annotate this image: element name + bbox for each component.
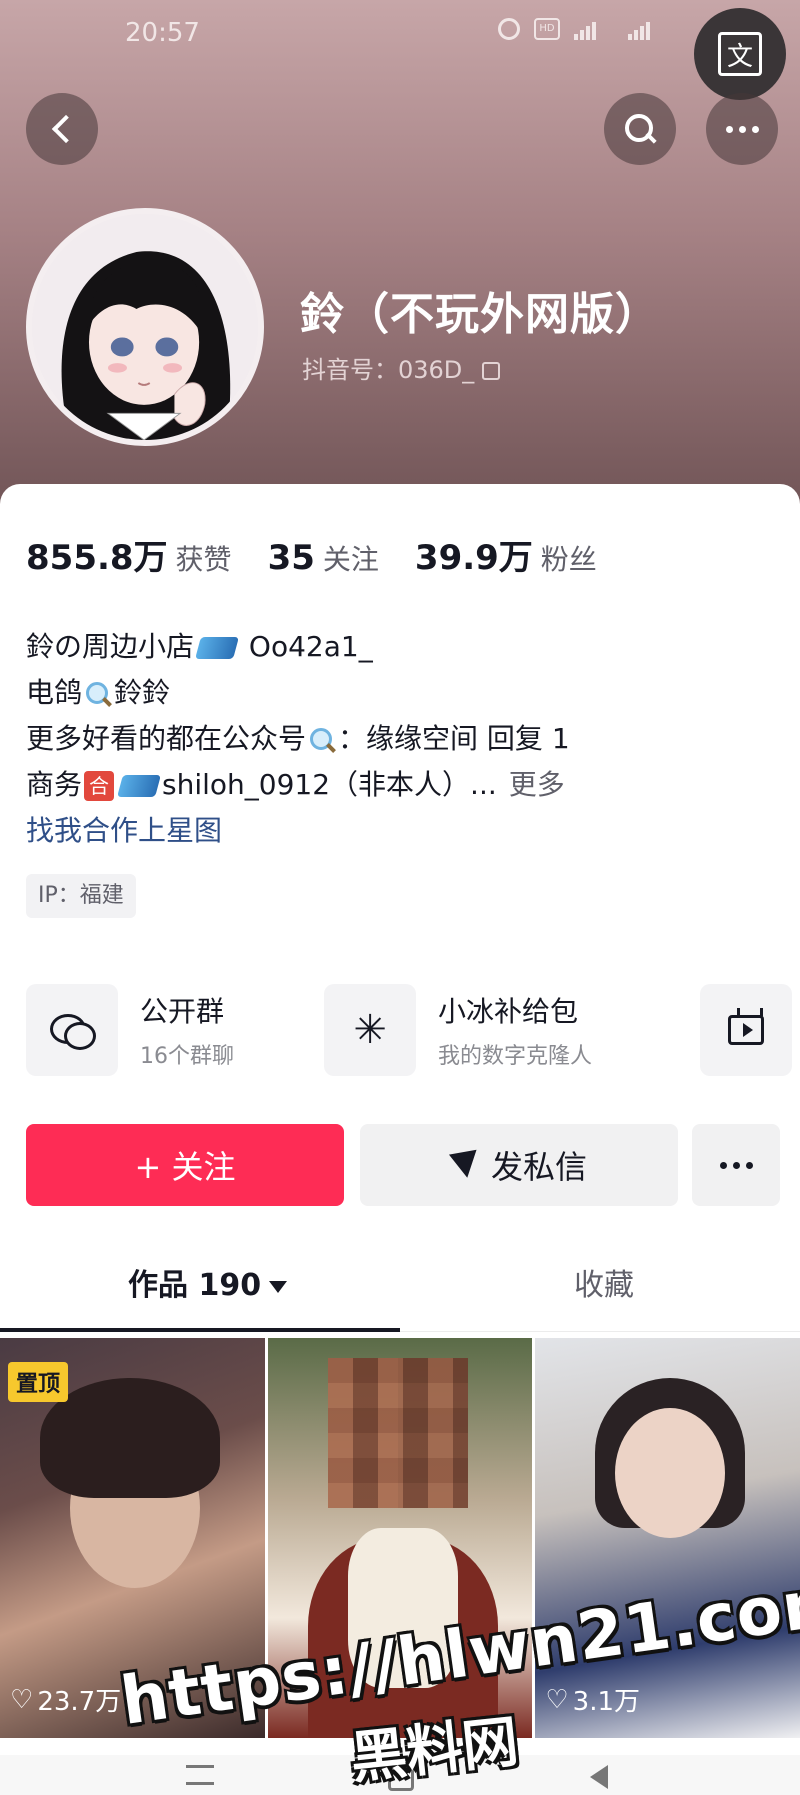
feature-icon-box xyxy=(26,984,118,1076)
feature-tv[interactable] xyxy=(700,984,792,1076)
feature-public-group[interactable]: 公开群 16个群聊 xyxy=(26,984,234,1076)
stat-followers[interactable]: 39.9万 粉丝 xyxy=(415,530,597,579)
more-icon xyxy=(725,125,759,133)
chevron-left-icon xyxy=(51,114,81,144)
like-count: ♡ 23.7万 xyxy=(10,1681,121,1718)
avatar[interactable] xyxy=(26,208,264,446)
stat-value: 39.9万 xyxy=(414,538,533,578)
bio-text: 鈴の周边小店 xyxy=(26,630,195,663)
stat-value: 855.8万 xyxy=(26,538,168,578)
tab-works[interactable]: 作品 190 xyxy=(128,1260,288,1304)
bio-text: 商务 xyxy=(26,768,83,801)
search-button[interactable] xyxy=(604,93,676,165)
bio-text: 电鸽 xyxy=(26,676,83,709)
copy-icon[interactable] xyxy=(482,362,501,380)
magnifier-emoji-icon xyxy=(84,680,112,708)
profile-name: 鈴（不玩外网版） xyxy=(300,289,660,340)
video-thumbnail[interactable]: ♡ 3.1万 xyxy=(535,1338,800,1738)
caret-down-icon xyxy=(269,1280,288,1293)
more-options-button[interactable] xyxy=(706,93,778,165)
bio-text: ：缘缘空间 回复 1 xyxy=(338,722,570,755)
feature-text: 小冰补给包 我的数字克隆人 xyxy=(438,990,592,1070)
feature-subtitle: 我的数字克隆人 xyxy=(438,1044,593,1069)
more-actions-button[interactable] xyxy=(692,1124,780,1206)
heart-icon: ♡ xyxy=(545,1684,569,1715)
alarm-icon xyxy=(498,18,520,40)
feature-subtitle: 16个群聊 xyxy=(140,1044,234,1069)
send-message-button[interactable]: 发私信 xyxy=(360,1124,678,1206)
thumbnail-image xyxy=(615,1408,726,1538)
avatar-illustration xyxy=(32,214,258,440)
bio-more-link[interactable]: 更多 xyxy=(509,768,565,801)
status-bar: 20:57 HD xyxy=(0,0,800,64)
back-button[interactable] xyxy=(26,93,98,165)
star-map-link[interactable]: 找我合作上星图 xyxy=(26,808,570,854)
more-icon xyxy=(719,1161,753,1169)
cooperation-badge: 合 xyxy=(84,771,115,801)
bio-text: 鈴鈴 xyxy=(114,676,171,709)
hd-icon: HD xyxy=(534,18,560,40)
profile-bio: 鈴の周边小店 Oo42a1_ 电鸽 鈴鈴 更多好看的都在公众号 ：缘缘空间 回复 1… xyxy=(26,624,570,854)
stat-label: 粉丝 xyxy=(540,543,597,576)
search-icon xyxy=(625,114,655,144)
like-count-text: 23.7万 xyxy=(37,1687,122,1717)
pinned-badge: 置顶 xyxy=(8,1362,69,1402)
feature-row: 公开群 16个群聊 ✳ 小冰补给包 我的数字克隆人 xyxy=(26,984,800,1080)
heart-icon: ♡ xyxy=(10,1684,34,1715)
recent-apps-icon[interactable] xyxy=(186,1765,214,1785)
ip-location-tag: IP：福建 xyxy=(26,874,136,918)
send-message-label: 发私信 xyxy=(490,1148,587,1186)
mosaic-blur xyxy=(327,1358,468,1508)
tv-icon xyxy=(728,1008,764,1045)
stat-likes[interactable]: 855.8万 获赞 xyxy=(26,530,232,579)
tab-favorites[interactable]: 收藏 xyxy=(574,1260,634,1304)
stat-label: 获赞 xyxy=(175,543,232,576)
chat-bubbles-icon xyxy=(50,1012,96,1050)
translate-icon: 文 xyxy=(718,32,762,76)
stat-following[interactable]: 35 关注 xyxy=(268,538,379,578)
send-icon xyxy=(448,1149,482,1181)
feature-icon-box xyxy=(700,984,792,1076)
back-triangle-icon[interactable] xyxy=(590,1765,608,1789)
signal-icon xyxy=(574,18,614,40)
feature-title: 小冰补给包 xyxy=(438,995,579,1028)
link-emoji-icon xyxy=(195,637,239,659)
bio-line: 更多好看的都在公众号 ：缘缘空间 回复 1 xyxy=(26,716,570,762)
translate-button[interactable]: 文 xyxy=(694,8,786,100)
status-time: 20:57 xyxy=(125,18,200,48)
douyin-id-text: 抖音号：036D_ xyxy=(302,356,475,384)
content-tabs: 作品 190 收藏 xyxy=(0,1260,800,1332)
feature-text: 公开群 16个群聊 xyxy=(140,990,234,1070)
feature-icon-box: ✳ xyxy=(324,984,416,1076)
like-count-text: 3.1万 xyxy=(572,1687,641,1717)
like-count: ♡ 3.1万 xyxy=(545,1681,640,1718)
bio-text: Oo42a1_ xyxy=(248,630,373,663)
follow-button[interactable]: + 关注 xyxy=(26,1124,344,1206)
profile-header: 20:57 HD 文 鈴（不玩外网版） 抖音号：036D_ xyxy=(0,0,800,520)
bio-text: shiloh_0912（非本人）... xyxy=(162,768,497,801)
magnifier-emoji-icon xyxy=(308,726,336,754)
stat-label: 关注 xyxy=(322,543,379,576)
stat-value: 35 xyxy=(267,538,315,578)
tab-works-label: 作品 190 xyxy=(128,1268,262,1303)
link-emoji-icon xyxy=(117,775,161,797)
bio-line: 鈴の周边小店 Oo42a1_ xyxy=(26,624,570,670)
feature-xiaobing[interactable]: ✳ 小冰补给包 我的数字克隆人 xyxy=(324,984,592,1076)
sparkle-icon: ✳ xyxy=(353,1007,387,1053)
status-icons: HD xyxy=(498,18,668,40)
stats-row: 855.8万 获赞 35 关注 39.9万 粉丝 xyxy=(26,530,633,579)
bio-text: 更多好看的都在公众号 xyxy=(26,722,307,755)
feature-title: 公开群 xyxy=(140,995,225,1028)
bio-line: 商务合 shiloh_0912（非本人）... 更多 xyxy=(26,762,570,808)
action-buttons: + 关注 发私信 xyxy=(26,1124,786,1208)
douyin-id[interactable]: 抖音号：036D_ xyxy=(302,350,501,385)
signal-icon-2 xyxy=(628,18,668,40)
tab-indicator xyxy=(0,1328,400,1332)
bio-line: 电鸽 鈴鈴 xyxy=(26,670,570,716)
